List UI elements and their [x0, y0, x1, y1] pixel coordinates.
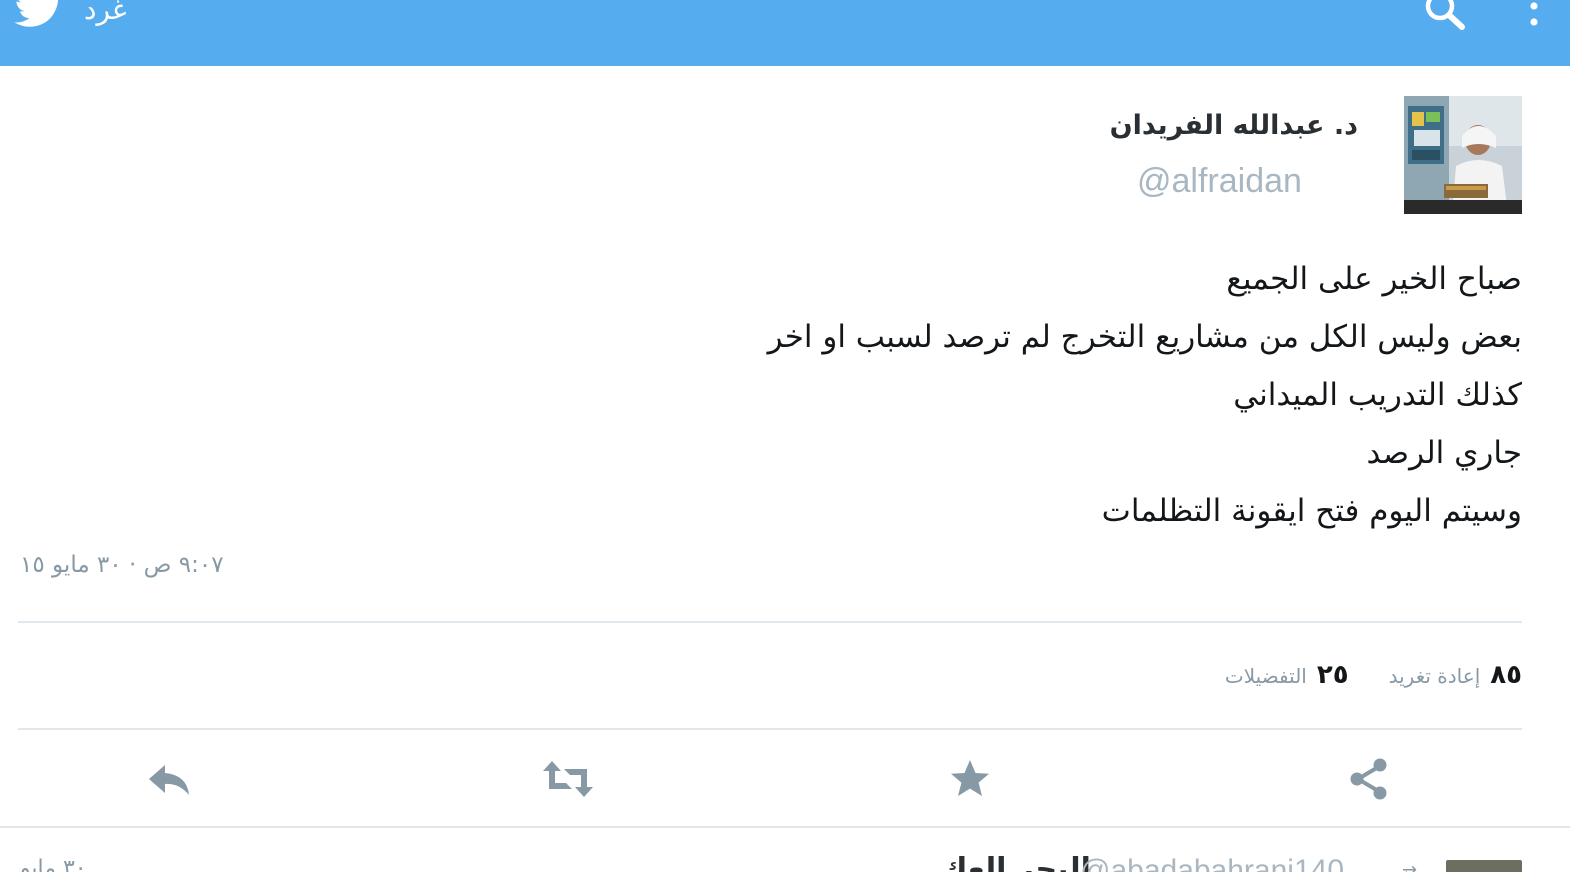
tweet-line: بعض وليس الكل من مشاريع التخرج لم ترصد ل…: [767, 319, 1522, 355]
divider: [18, 621, 1522, 623]
share-icon[interactable]: [1341, 752, 1397, 806]
author-handle[interactable]: @alfraidan: [1137, 162, 1302, 201]
retweet-stat[interactable]: ٨٥ إعادة تغريد: [1389, 660, 1522, 690]
tweet-stats: ٨٥ إعادة تغريد ٢٥ التفضيلات: [1225, 660, 1522, 690]
retweet-count: ٨٥: [1490, 660, 1522, 690]
favorite-stat[interactable]: ٢٥ التفضيلات: [1225, 660, 1349, 690]
retweet-icon[interactable]: [540, 752, 596, 806]
top-app-bar: غرد: [0, 0, 1570, 66]
tweet-line: جاري الرصد: [1366, 435, 1522, 471]
app-title: غرد: [84, 0, 127, 26]
tweet-line: وسيتم اليوم فتح ايقونة التظلمات: [1101, 493, 1522, 529]
reply-icon[interactable]: [142, 752, 198, 806]
author-avatar[interactable]: [1404, 96, 1522, 214]
more-vertical-icon[interactable]: [1516, 0, 1552, 38]
favorite-label: التفضيلات: [1224, 664, 1307, 688]
tweet-line: صباح الخير على الجميع: [1226, 261, 1522, 297]
author-display-name[interactable]: د. عبدالله الفريدان: [1110, 110, 1358, 141]
next-tweet-time: ٣٠ مايو: [20, 856, 87, 872]
tweet-timestamp: ٩:٠٧ ص · ٣٠ مايو ١٥: [20, 552, 224, 578]
star-icon[interactable]: [942, 752, 998, 806]
retweeted-icon: ⇄: [1402, 862, 1417, 872]
tweet-line: كذلك التدريب الميداني: [1233, 377, 1522, 413]
next-tweet-name[interactable]: البحر العك: [940, 852, 1091, 872]
next-tweet[interactable]: ٣٠ مايو البحر العك @abadabahrani140 ⇄: [0, 828, 1570, 872]
next-tweet-handle[interactable]: @abadabahrani140: [1080, 854, 1344, 872]
retweet-label: إعادة تغريد: [1388, 664, 1481, 688]
next-tweet-avatar[interactable]: [1446, 860, 1522, 872]
divider: [18, 728, 1522, 730]
tweet-text: صباح الخير على الجميع بعض وليس الكل من م…: [722, 250, 1522, 540]
favorite-count: ٢٥: [1316, 660, 1349, 690]
search-icon[interactable]: [1420, 0, 1470, 36]
twitter-bird-icon[interactable]: [14, 0, 64, 32]
